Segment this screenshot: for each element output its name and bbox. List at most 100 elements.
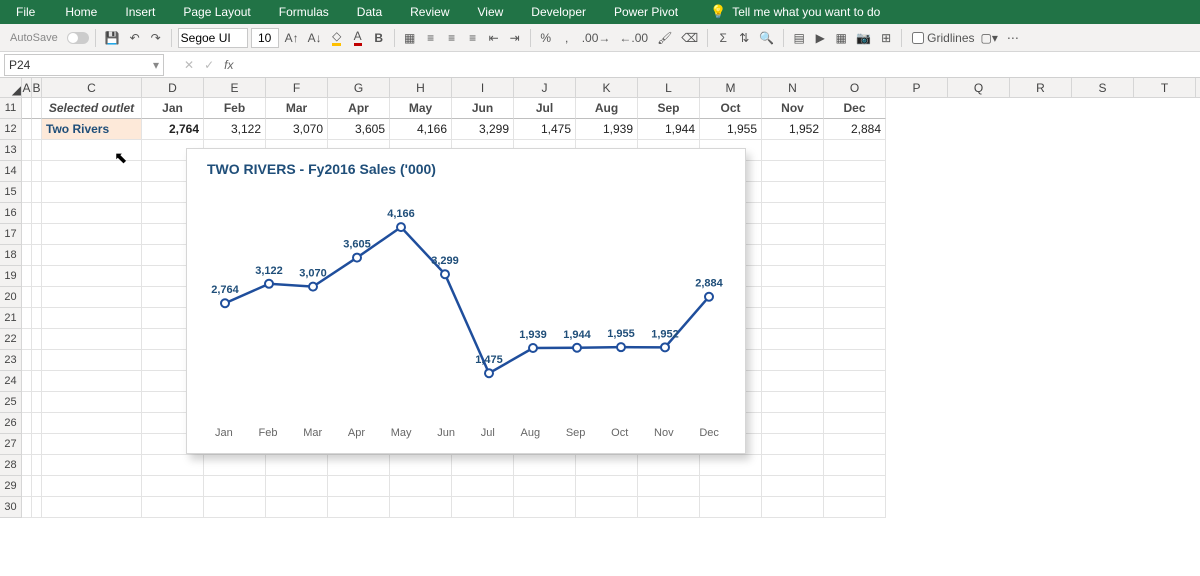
tab-power-pivot[interactable]: Power Pivot [600, 0, 692, 24]
font-size-combo[interactable] [251, 28, 279, 48]
tab-file[interactable]: File [0, 0, 51, 24]
format-painter-button[interactable]: 🖌 [654, 27, 675, 49]
col-header-A[interactable]: A [22, 78, 32, 97]
col-header-E[interactable]: E [204, 78, 266, 97]
row-header[interactable]: 21 [0, 308, 21, 329]
header-month[interactable]: Oct [700, 98, 762, 119]
find-button[interactable]: 🔍 [756, 27, 777, 49]
row-header[interactable]: 19 [0, 266, 21, 287]
row-header[interactable]: 27 [0, 434, 21, 455]
row-header[interactable]: 13 [0, 140, 21, 161]
header-selected-outlet[interactable]: Selected outlet [42, 98, 142, 119]
camera-button[interactable]: 📷 [853, 27, 874, 49]
tab-insert[interactable]: Insert [111, 0, 169, 24]
save-button[interactable]: 💾 [102, 27, 123, 49]
tab-page-layout[interactable]: Page Layout [169, 0, 264, 24]
row-header[interactable]: 17 [0, 224, 21, 245]
value-cell[interactable]: 3,605 [328, 119, 390, 140]
macros-button[interactable]: ▶ [811, 27, 829, 49]
value-cell[interactable]: 2,764 [142, 119, 204, 140]
col-header-R[interactable]: R [1010, 78, 1072, 97]
col-header-D[interactable]: D [142, 78, 204, 97]
line-chart[interactable]: TWO RIVERS - Fy2016 Sales ('000) 2,7643,… [186, 148, 746, 454]
font-name-combo[interactable] [178, 28, 248, 48]
decrease-font-button[interactable]: A↓ [305, 27, 325, 49]
tab-home[interactable]: Home [51, 0, 111, 24]
row-header[interactable]: 28 [0, 455, 21, 476]
gridlines-toggle[interactable]: Gridlines [912, 31, 974, 45]
header-month[interactable]: Sep [638, 98, 700, 119]
header-month[interactable]: May [390, 98, 452, 119]
col-header-B[interactable]: B [32, 78, 42, 97]
col-header-G[interactable]: G [328, 78, 390, 97]
align-left-button[interactable]: ≡ [422, 27, 440, 49]
group-button[interactable]: ⊞ [877, 27, 895, 49]
undo-button[interactable]: ↶ [126, 27, 144, 49]
col-header-O[interactable]: O [824, 78, 886, 97]
row-header[interactable]: 12 [0, 119, 21, 140]
autosum-button[interactable]: Σ [714, 27, 732, 49]
header-month[interactable]: Mar [266, 98, 328, 119]
decrease-indent-button[interactable]: ⇤ [485, 27, 503, 49]
increase-decimal-button[interactable]: .00→ [579, 27, 614, 49]
value-cell[interactable]: 3,070 [266, 119, 328, 140]
tab-developer[interactable]: Developer [517, 0, 600, 24]
tab-view[interactable]: View [464, 0, 518, 24]
header-month[interactable]: Jun [452, 98, 514, 119]
row-header[interactable]: 16 [0, 203, 21, 224]
align-center-button[interactable]: ≡ [443, 27, 461, 49]
align-right-button[interactable]: ≡ [464, 27, 482, 49]
decrease-decimal-button[interactable]: ←.00 [616, 27, 651, 49]
value-cell[interactable]: 1,475 [514, 119, 576, 140]
percent-button[interactable]: % [537, 27, 555, 49]
row-header[interactable]: 15 [0, 182, 21, 203]
header-month[interactable]: Dec [824, 98, 886, 119]
row-header[interactable]: 23 [0, 350, 21, 371]
row-header[interactable]: 26 [0, 413, 21, 434]
header-month[interactable]: Jan [142, 98, 204, 119]
increase-font-button[interactable]: A↑ [282, 27, 302, 49]
col-header-N[interactable]: N [762, 78, 824, 97]
col-header-P[interactable]: P [886, 78, 948, 97]
header-month[interactable]: Jul [514, 98, 576, 119]
tab-formulas[interactable]: Formulas [265, 0, 343, 24]
value-cell[interactable]: 1,939 [576, 119, 638, 140]
freeze-panes-button[interactable]: ▤ [790, 27, 808, 49]
cancel-formula-icon[interactable]: ✕ [184, 58, 194, 72]
col-header-F[interactable]: F [266, 78, 328, 97]
borders-button[interactable]: ▦ [401, 27, 419, 49]
comma-button[interactable]: , [558, 27, 576, 49]
row-header[interactable]: 11 [0, 98, 21, 119]
bold-button[interactable]: B [370, 27, 388, 49]
col-header-M[interactable]: M [700, 78, 762, 97]
tab-data[interactable]: Data [343, 0, 396, 24]
row-header[interactable]: 24 [0, 371, 21, 392]
col-header-I[interactable]: I [452, 78, 514, 97]
sort-filter-button[interactable]: ⇅ [735, 27, 753, 49]
header-month[interactable]: Aug [576, 98, 638, 119]
header-month[interactable]: Feb [204, 98, 266, 119]
col-header-T[interactable]: T [1134, 78, 1196, 97]
outlet-name-cell[interactable]: Two Rivers [42, 119, 142, 140]
col-header-J[interactable]: J [514, 78, 576, 97]
increase-indent-button[interactable]: ⇥ [506, 27, 524, 49]
row-header[interactable]: 18 [0, 245, 21, 266]
fx-icon[interactable]: fx [224, 58, 233, 72]
col-header-K[interactable]: K [576, 78, 638, 97]
tab-review[interactable]: Review [396, 0, 463, 24]
cells-area[interactable]: Selected outlet Jan Feb Mar Apr May Jun … [22, 98, 1200, 518]
header-month[interactable]: Nov [762, 98, 824, 119]
col-header-H[interactable]: H [390, 78, 452, 97]
switch-windows-button[interactable]: ▢▾ [978, 27, 1001, 49]
value-cell[interactable]: 4,166 [390, 119, 452, 140]
value-cell[interactable]: 2,884 [824, 119, 886, 140]
autosave-toggle[interactable] [67, 32, 89, 44]
more-button[interactable]: ⋯ [1004, 27, 1022, 49]
font-color-button[interactable]: A [349, 27, 367, 49]
col-header-Q[interactable]: Q [948, 78, 1010, 97]
name-box[interactable]: P24 ▾ [4, 54, 164, 76]
value-cell[interactable]: 3,299 [452, 119, 514, 140]
value-cell[interactable]: 1,944 [638, 119, 700, 140]
col-header-L[interactable]: L [638, 78, 700, 97]
row-header[interactable]: 22 [0, 329, 21, 350]
